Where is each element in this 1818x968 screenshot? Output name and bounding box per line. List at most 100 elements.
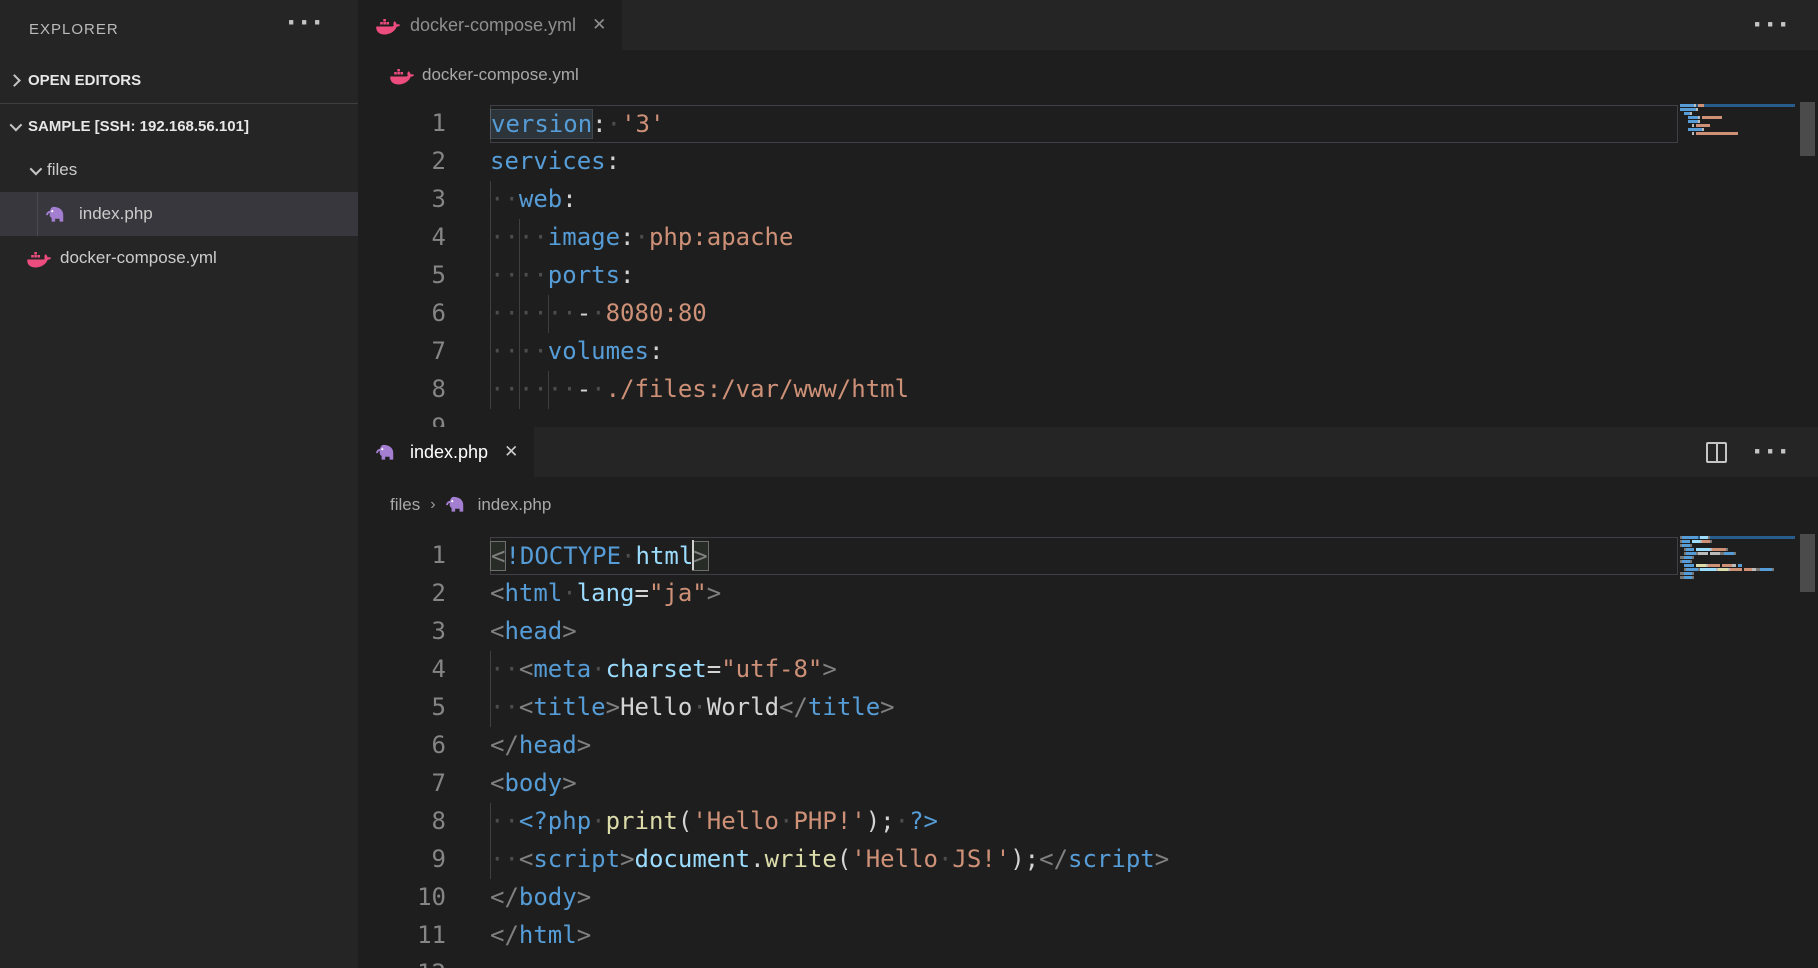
scrollbar-thumb[interactable] bbox=[1800, 534, 1815, 592]
code-token: < bbox=[490, 579, 504, 607]
code-lines[interactable]: 1<!DOCTYPE·html>2<html·lang="ja">3<head>… bbox=[358, 532, 1678, 968]
php-file-icon bbox=[446, 495, 470, 514]
code-line-content: <!DOCTYPE·html> bbox=[490, 537, 1678, 575]
code-line[interactable]: 8······-·./files:/var/www/html bbox=[358, 371, 1678, 409]
tree-item-index-php[interactable]: index.php bbox=[0, 192, 358, 236]
code-line-content: ····image:·php:apache bbox=[490, 219, 1678, 257]
tab-docker-compose-yml[interactable]: docker-compose.yml ✕ bbox=[358, 0, 622, 50]
code-token: - bbox=[577, 375, 591, 403]
tree-item-docker-compose-yml[interactable]: docker-compose.yml bbox=[0, 236, 358, 280]
section-open-editors[interactable]: OPEN EDITORS bbox=[0, 58, 358, 103]
code-token: html bbox=[636, 542, 694, 570]
code-token: · bbox=[621, 542, 635, 570]
code-editor-index-php[interactable]: 1<!DOCTYPE·html>2<html·lang="ja">3<head>… bbox=[358, 532, 1818, 968]
code-line[interactable]: 4····image:·php:apache bbox=[358, 219, 1678, 257]
minimap-line bbox=[1680, 132, 1795, 135]
code-line[interactable]: 4··<meta·charset="utf-8"> bbox=[358, 651, 1678, 689]
breadcrumb-item[interactable]: files bbox=[390, 495, 420, 515]
close-tab-icon[interactable]: ✕ bbox=[504, 442, 518, 462]
code-token: < bbox=[519, 693, 533, 721]
code-token: : bbox=[620, 223, 634, 251]
editor-more-actions-icon[interactable]: ··· bbox=[1753, 20, 1792, 30]
code-line-content: </html> bbox=[490, 917, 1678, 955]
code-token: · bbox=[591, 655, 605, 683]
code-token: : bbox=[592, 110, 606, 138]
editor-more-actions-icon[interactable]: ··· bbox=[1753, 447, 1792, 457]
code-line[interactable]: 6</head> bbox=[358, 727, 1678, 765]
code-token: write bbox=[765, 845, 837, 873]
tree-item-label: docker-compose.yml bbox=[60, 248, 217, 268]
code-line-content: ····ports: bbox=[490, 257, 1678, 295]
indent-guide bbox=[490, 689, 491, 727]
code-token: ( bbox=[837, 845, 851, 873]
code-token: · bbox=[779, 807, 793, 835]
section-sample-ssh[interactable]: SAMPLE [SSH: 192.168.56.101] bbox=[0, 103, 358, 148]
code-lines[interactable]: 1version:·'3'2services:3··web:4····image… bbox=[358, 100, 1678, 427]
breadcrumbs-top: docker-compose.yml bbox=[358, 50, 1818, 100]
code-token: charset bbox=[606, 655, 707, 683]
code-token: </ bbox=[1039, 845, 1068, 873]
indent-guide bbox=[490, 371, 491, 409]
code-token: JS!' bbox=[952, 845, 1010, 873]
split-editor-icon[interactable] bbox=[1706, 442, 1727, 463]
code-line-content: ··<meta·charset="utf-8"> bbox=[490, 651, 1678, 689]
php-file-icon bbox=[46, 205, 70, 224]
code-token: "ja" bbox=[649, 579, 707, 607]
minimap-line bbox=[1680, 136, 1795, 139]
line-number: 12 bbox=[358, 955, 446, 968]
file-tree: filesindex.php docker-compose.yml bbox=[0, 148, 358, 280]
minimap-line bbox=[1680, 560, 1795, 563]
indent-guide bbox=[490, 257, 491, 295]
code-line[interactable]: 7<body> bbox=[358, 765, 1678, 803]
code-token: "utf-8" bbox=[721, 655, 822, 683]
code-token: : bbox=[562, 185, 576, 213]
code-line[interactable]: 12 bbox=[358, 955, 1678, 968]
code-line[interactable]: 2services: bbox=[358, 143, 1678, 181]
minimap-line bbox=[1680, 120, 1795, 123]
code-line[interactable]: 7····volumes: bbox=[358, 333, 1678, 371]
code-line[interactable]: 2<html·lang="ja"> bbox=[358, 575, 1678, 613]
line-number: 8 bbox=[358, 803, 446, 841]
tab-actions: ··· bbox=[1706, 427, 1792, 477]
code-line-content: services: bbox=[490, 143, 1678, 181]
code-line[interactable]: 3··web: bbox=[358, 181, 1678, 219]
code-line[interactable]: 1<!DOCTYPE·html> bbox=[358, 537, 1678, 575]
section-label: SAMPLE [SSH: 192.168.56.101] bbox=[28, 118, 249, 135]
code-line[interactable]: 5··<title>Hello·World</title> bbox=[358, 689, 1678, 727]
explorer-more-actions-icon[interactable]: ··· bbox=[287, 18, 326, 28]
code-token: ); bbox=[1010, 845, 1039, 873]
minimap-line bbox=[1680, 544, 1795, 547]
code-line[interactable]: 11</html> bbox=[358, 917, 1678, 955]
code-token: php:apache bbox=[649, 223, 794, 251]
scrollbar-thumb[interactable] bbox=[1800, 102, 1815, 156]
indent-guide bbox=[490, 841, 491, 879]
close-tab-icon[interactable]: ✕ bbox=[592, 15, 606, 35]
code-token: 'Hello bbox=[851, 845, 938, 873]
code-editor-docker-compose[interactable]: 1version:·'3'2services:3··web:4····image… bbox=[358, 100, 1818, 427]
code-line[interactable]: 9··<script>document.write('Hello·JS!');<… bbox=[358, 841, 1678, 879]
text-cursor bbox=[692, 540, 694, 570]
explorer-title: EXPLORER bbox=[29, 21, 119, 38]
code-line-content: </body> bbox=[490, 879, 1678, 917]
code-line[interactable]: 10</body> bbox=[358, 879, 1678, 917]
code-token: image bbox=[548, 223, 620, 251]
code-token: version bbox=[491, 110, 592, 138]
minimap[interactable] bbox=[1680, 532, 1795, 968]
code-token: · bbox=[692, 693, 706, 721]
breadcrumb-item[interactable]: index.php bbox=[446, 495, 552, 515]
code-token: </ bbox=[490, 731, 519, 759]
indent-guide bbox=[519, 333, 520, 371]
code-token: > bbox=[880, 693, 894, 721]
tab-index-php[interactable]: index.php ✕ bbox=[358, 427, 534, 477]
tree-item-files[interactable]: files bbox=[0, 148, 358, 192]
code-line[interactable]: 6······-·8080:80 bbox=[358, 295, 1678, 333]
code-line-content: ··<title>Hello·World</title> bbox=[490, 689, 1678, 727]
code-line[interactable]: 9 bbox=[358, 409, 1678, 427]
code-line[interactable]: 8··<?php·print('Hello·PHP!');·?> bbox=[358, 803, 1678, 841]
code-line[interactable]: 1version:·'3' bbox=[358, 105, 1678, 143]
section-label: OPEN EDITORS bbox=[28, 72, 141, 89]
code-line[interactable]: 3<head> bbox=[358, 613, 1678, 651]
minimap[interactable] bbox=[1680, 100, 1795, 427]
code-line[interactable]: 5····ports: bbox=[358, 257, 1678, 295]
breadcrumb-item[interactable]: docker-compose.yml bbox=[390, 65, 579, 85]
